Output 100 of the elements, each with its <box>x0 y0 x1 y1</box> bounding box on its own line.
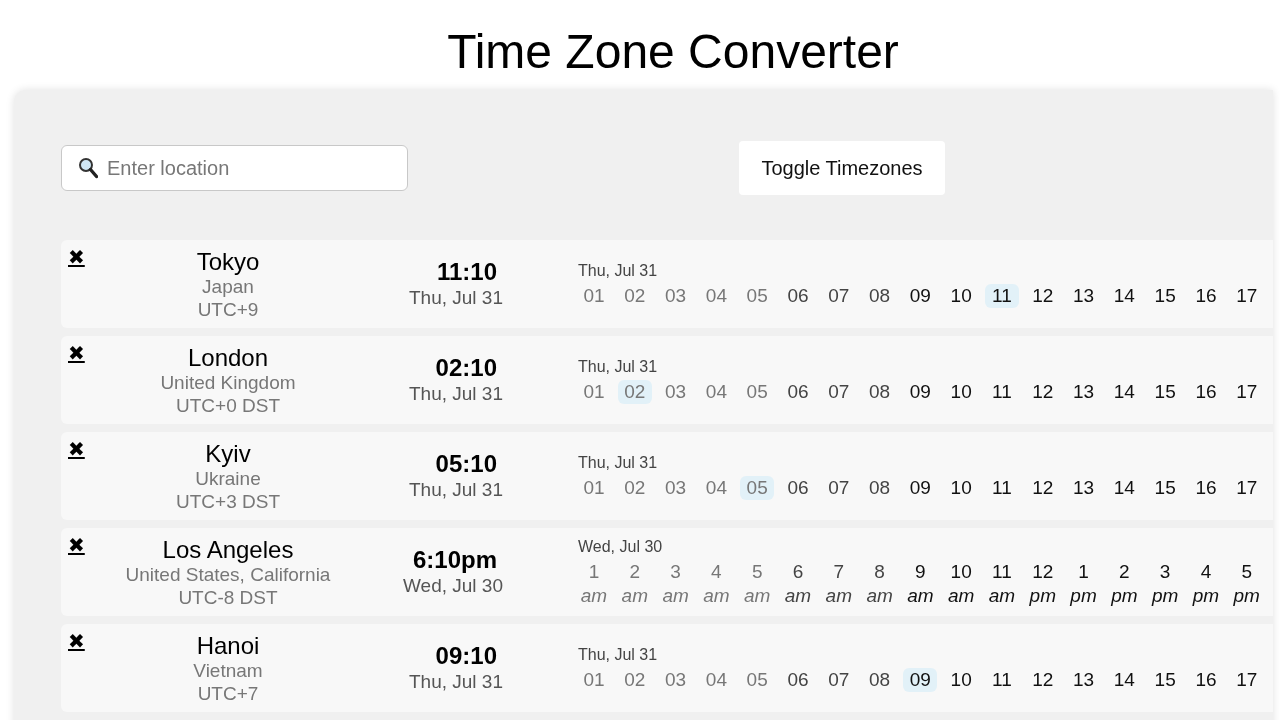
hour-slot[interactable]: 11 <box>984 475 1019 500</box>
hour-slot[interactable]: 5 am <box>740 559 775 608</box>
city-name: London <box>187 343 269 371</box>
search-field[interactable]: Enter location <box>61 145 408 191</box>
hour-slot[interactable]: 02 <box>617 475 652 500</box>
hour-slot[interactable]: 17 <box>1229 475 1264 500</box>
hour-slot[interactable]: 06 <box>781 283 815 308</box>
remove-link[interactable]: ✖ <box>68 532 88 558</box>
hour-slot[interactable]: 09 <box>903 283 938 308</box>
hour-slot[interactable]: 11 am <box>984 559 1019 608</box>
hour-slot[interactable]: 16 <box>1188 283 1223 308</box>
hour-slot[interactable]: 12 <box>1025 667 1060 692</box>
hour-slot[interactable]: 07 <box>821 283 856 308</box>
city-name: Hanoi <box>196 631 260 659</box>
hour-slot[interactable]: 15 <box>1148 667 1183 692</box>
toggle-timezones-button[interactable]: Toggle Timezones <box>739 141 945 195</box>
remove-link[interactable]: ✖ <box>68 436 88 462</box>
hour-slot[interactable]: 07 <box>821 475 856 500</box>
hour-slot[interactable]: 05 <box>740 379 775 404</box>
search-icon <box>78 157 98 179</box>
hour-slot[interactable]: 13 <box>1066 379 1101 404</box>
hour-slot[interactable]: 16 <box>1188 475 1223 500</box>
hour-slot[interactable]: 02 <box>617 379 652 404</box>
hour-slot[interactable]: 15 <box>1148 379 1183 404</box>
hour-slot[interactable]: 3 pm <box>1148 559 1183 608</box>
hour-slot[interactable]: 1 pm <box>1066 559 1101 608</box>
hour-slot[interactable]: 17 <box>1229 379 1264 404</box>
hour-slot[interactable]: 14 <box>1107 283 1142 308</box>
hour-slot[interactable]: 05 <box>740 667 775 692</box>
hour-slot[interactable]: 08 <box>862 379 897 404</box>
hour-slot[interactable]: 13 <box>1066 667 1101 692</box>
hour-slot[interactable]: 03 <box>658 283 693 308</box>
hour-slot[interactable]: 15 <box>1148 283 1183 308</box>
hour-slot[interactable]: 5 pm <box>1229 559 1264 608</box>
hour-slot[interactable]: 02 <box>617 667 652 692</box>
hour-slot[interactable]: 04 <box>699 475 734 500</box>
hour-slot[interactable]: 2 pm <box>1107 559 1142 608</box>
hour-slot[interactable]: 03 <box>658 475 693 500</box>
hour-slot[interactable]: 08 <box>862 283 897 308</box>
hour-slot[interactable]: 14 <box>1107 379 1142 404</box>
remove-link[interactable]: ✖ <box>68 340 88 366</box>
hour-slot[interactable]: 1 am <box>577 559 611 608</box>
hour-slot[interactable]: 10 <box>944 379 979 404</box>
local-date: Thu, Jul 31 <box>409 286 503 310</box>
hour-slot[interactable]: 11 <box>984 283 1019 308</box>
hour-slot[interactable]: 04 <box>699 379 734 404</box>
hour-slot[interactable]: 02 <box>617 283 652 308</box>
hour-slot[interactable]: 07 <box>821 379 856 404</box>
hour-slot[interactable]: 01 <box>577 283 611 308</box>
hour-slot[interactable]: 08 <box>862 667 897 692</box>
hour-slot[interactable]: 4 am <box>699 559 734 608</box>
hour-slot[interactable]: 10 am <box>944 559 979 608</box>
hour-slot[interactable]: 8 am <box>862 559 897 608</box>
hour-slot[interactable]: 17 <box>1229 667 1264 692</box>
hour-slot[interactable]: 16 <box>1188 667 1223 692</box>
hour-slot[interactable]: 4 pm <box>1188 559 1223 608</box>
hour-slot[interactable]: 13 <box>1066 283 1101 308</box>
hour-slot[interactable]: 01 <box>577 379 611 404</box>
hour-slot[interactable]: 6 am <box>781 559 815 608</box>
hour-slot[interactable]: 15 <box>1148 475 1183 500</box>
hour-slot[interactable]: 03 <box>658 667 693 692</box>
utc-offset: UTC+0 DST <box>176 393 280 417</box>
hour-slot[interactable]: 17 <box>1229 283 1264 308</box>
hour-slot[interactable]: 14 <box>1107 475 1142 500</box>
city-name: Los Angeles <box>162 535 294 563</box>
hour-slot[interactable]: 01 <box>577 475 611 500</box>
hour-slot[interactable]: 10 <box>944 667 979 692</box>
hour-slot[interactable]: 08 <box>862 475 897 500</box>
hour-slot[interactable]: 16 <box>1188 379 1223 404</box>
hour-slot[interactable]: 04 <box>699 667 734 692</box>
hour-slot[interactable]: 12 pm <box>1025 559 1060 608</box>
hour-slot[interactable]: 2 am <box>617 559 652 608</box>
hour-slot[interactable]: 06 <box>781 475 815 500</box>
hour-slot[interactable]: 05 <box>740 283 775 308</box>
remove-link[interactable]: ✖ <box>68 244 88 270</box>
hour-slot[interactable]: 12 <box>1025 475 1060 500</box>
hour-slot[interactable]: 09 <box>903 667 938 692</box>
hour-slot[interactable]: 06 <box>781 379 815 404</box>
hour-slot[interactable]: 03 <box>658 379 693 404</box>
hour-slot[interactable]: 10 <box>944 283 979 308</box>
remove-link[interactable]: ✖ <box>68 628 88 654</box>
hour-slot[interactable]: 11 <box>984 379 1019 404</box>
hour-slot[interactable]: 10 <box>944 475 979 500</box>
hour-slot[interactable]: 7 am <box>821 559 856 608</box>
hour-slot[interactable]: 3 am <box>658 559 693 608</box>
hour-slot[interactable]: 01 <box>577 667 611 692</box>
local-date: Thu, Jul 31 <box>409 478 503 502</box>
hour-slot[interactable]: 09 <box>903 475 938 500</box>
hour-slot[interactable]: 9 am <box>903 559 938 608</box>
hour-slot[interactable]: 09 <box>903 379 938 404</box>
hour-slot[interactable]: 12 <box>1025 379 1060 404</box>
hour-slot[interactable]: 11 <box>984 667 1019 692</box>
hour-slot[interactable]: 05 <box>740 475 775 500</box>
hour-slot[interactable]: 12 <box>1025 283 1060 308</box>
hour-slot[interactable]: 14 <box>1107 667 1142 692</box>
hour-slot[interactable]: 04 <box>699 283 734 308</box>
hour-slot[interactable]: 13 <box>1066 475 1101 500</box>
hour-slot[interactable]: 07 <box>821 667 856 692</box>
hour-slot[interactable]: 06 <box>781 667 815 692</box>
local-time: 05:10 <box>435 450 497 478</box>
